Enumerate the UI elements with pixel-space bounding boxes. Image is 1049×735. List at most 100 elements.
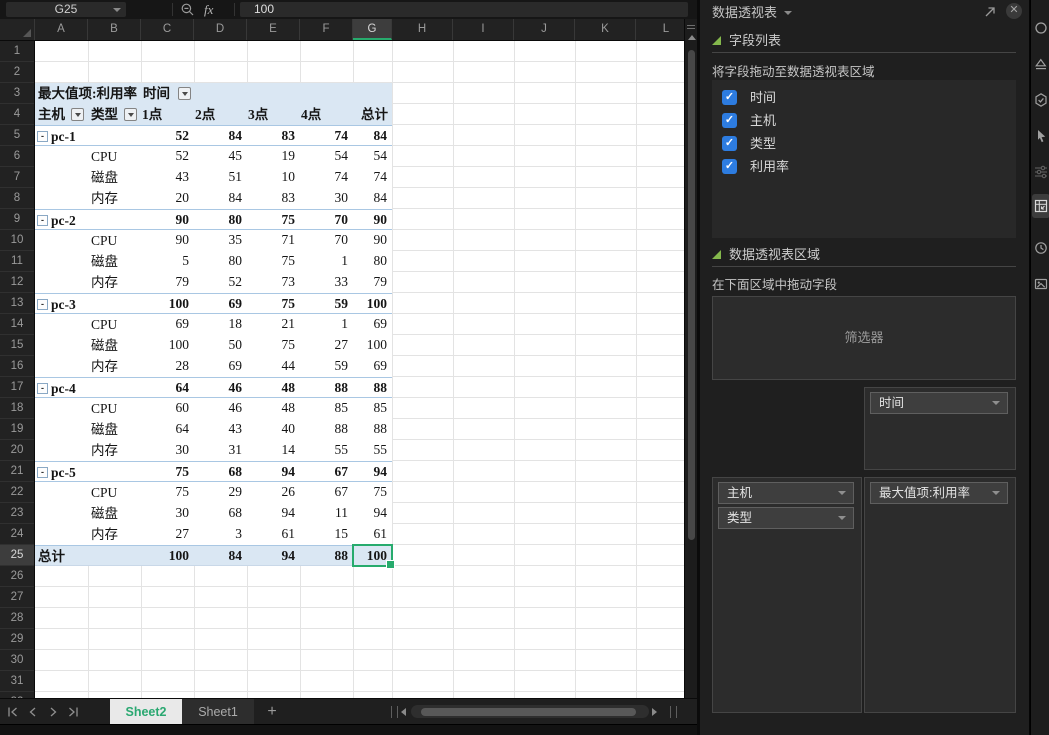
chevron-down-icon[interactable] <box>838 491 846 495</box>
chevron-down-icon[interactable] <box>992 491 1000 495</box>
pivot-cell[interactable]: 79 <box>141 272 194 293</box>
sheet-grid[interactable]: 最大值项:利用率 时间 主机 类型 1点2点3点4点总计 -pc-1528483… <box>35 41 684 698</box>
splitter-handle[interactable] <box>391 706 398 718</box>
pivot-cell[interactable]: 27 <box>300 335 353 356</box>
pivot-cell[interactable]: 50 <box>194 335 247 356</box>
row-header-22[interactable]: 22 <box>0 482 34 503</box>
columns-area[interactable]: 时间 <box>864 387 1016 470</box>
pivot-cell[interactable]: 100 <box>353 294 392 315</box>
field-checkbox[interactable]: ✓ <box>722 90 737 105</box>
pivot-cell[interactable]: 90 <box>353 210 392 231</box>
pivot-row-label[interactable]: CPU <box>91 230 117 251</box>
collapse-button[interactable]: - <box>37 215 48 226</box>
pivot-cell[interactable]: 10 <box>247 167 300 188</box>
pivot-cell[interactable]: 35 <box>194 230 247 251</box>
pivot-column-field[interactable]: 时间 <box>143 83 170 104</box>
sheet-tab-sheet1[interactable]: Sheet1 <box>182 699 254 725</box>
pivot-cell[interactable]: 85 <box>300 398 353 419</box>
row-header-16[interactable]: 16 <box>0 356 34 377</box>
field-label[interactable]: 主机 <box>750 109 776 132</box>
pivot-cell[interactable]: 71 <box>247 230 300 251</box>
pivot-cell[interactable]: 75 <box>247 251 300 272</box>
column-header-B[interactable]: B <box>88 19 141 40</box>
pivot-row-label[interactable]: CPU <box>91 482 117 503</box>
name-box[interactable]: G25 <box>6 2 126 17</box>
row-header-20[interactable]: 20 <box>0 440 34 461</box>
pivot-cell[interactable]: 54 <box>300 146 353 167</box>
pivot-cell[interactable]: 70 <box>300 210 353 231</box>
rows-area[interactable]: 主机类型 <box>712 477 862 713</box>
pivot-cell[interactable]: 75 <box>141 482 194 503</box>
pivot-cell[interactable]: 80 <box>194 251 247 272</box>
pivot-row-label[interactable]: CPU <box>91 398 117 419</box>
filter-dropdown-button[interactable] <box>71 108 84 121</box>
history-icon[interactable] <box>1033 240 1049 256</box>
pivot-row-field2[interactable]: 类型 <box>91 104 118 125</box>
splitter-handle[interactable] <box>687 23 695 31</box>
area-field-chip[interactable]: 主机 <box>718 482 854 504</box>
pivot-cell[interactable]: 90 <box>353 230 392 251</box>
pivot-cell[interactable]: 94 <box>247 546 300 567</box>
pivot-cell[interactable]: 100 <box>141 294 194 315</box>
pivot-row-label[interactable]: 内存 <box>91 524 118 545</box>
pivot-cell[interactable]: 83 <box>247 126 300 147</box>
pivot-cell[interactable]: 3 <box>194 524 247 545</box>
pivot-cell[interactable]: 75 <box>247 210 300 231</box>
row-header-3[interactable]: 3 <box>0 83 34 104</box>
collapse-button[interactable]: - <box>37 467 48 478</box>
pivot-cell[interactable]: 52 <box>141 126 194 147</box>
pivot-cell[interactable]: 40 <box>247 419 300 440</box>
pivot-cell[interactable]: 75 <box>141 462 194 483</box>
pivot-cell[interactable]: 54 <box>353 146 392 167</box>
pivot-row-label[interactable]: pc-1 <box>51 126 76 147</box>
pivot-cell[interactable]: 100 <box>353 335 392 356</box>
pivot-cell[interactable]: 20 <box>141 188 194 209</box>
field-checkbox[interactable]: ✓ <box>722 159 737 174</box>
pivot-cell[interactable]: 84 <box>353 126 392 147</box>
pivot-cell[interactable]: 43 <box>141 167 194 188</box>
pivot-cell[interactable]: 69 <box>141 314 194 335</box>
pivot-row-label[interactable]: pc-5 <box>51 462 76 483</box>
pivot-cell[interactable]: 52 <box>141 146 194 167</box>
pivot-cell[interactable]: 43 <box>194 419 247 440</box>
pivot-cell[interactable]: 85 <box>353 398 392 419</box>
pivot-cell[interactable]: 79 <box>353 272 392 293</box>
column-header-A[interactable]: A <box>35 19 88 40</box>
pivot-cell[interactable]: 84 <box>194 546 247 567</box>
row-header-4[interactable]: 4 <box>0 104 34 125</box>
pivot-cell[interactable]: 52 <box>194 272 247 293</box>
row-header-14[interactable]: 14 <box>0 314 34 335</box>
pivot-row-label[interactable]: 磁盘 <box>91 167 118 188</box>
pivot-column-header[interactable]: 3点 <box>248 104 268 125</box>
pivot-row-label[interactable]: 磁盘 <box>91 503 118 524</box>
pivot-cell[interactable]: 46 <box>194 378 247 399</box>
chevron-down-icon[interactable] <box>784 11 792 15</box>
pivot-cell[interactable]: 59 <box>300 356 353 377</box>
pivot-cell[interactable]: 88 <box>353 378 392 399</box>
pivot-cell[interactable]: 88 <box>300 546 353 567</box>
pivot-cell[interactable]: 74 <box>353 167 392 188</box>
pivot-cell[interactable]: 74 <box>300 126 353 147</box>
row-header-8[interactable]: 8 <box>0 188 34 209</box>
vertical-scroll-thumb[interactable] <box>688 50 695 540</box>
column-header-C[interactable]: C <box>141 19 194 40</box>
pivot-cell[interactable]: 1 <box>300 314 353 335</box>
pivot-cell[interactable]: 83 <box>247 188 300 209</box>
row-header-13[interactable]: 13 <box>0 293 34 314</box>
column-header-E[interactable]: E <box>247 19 300 40</box>
field-checkbox[interactable]: ✓ <box>722 113 737 128</box>
pivot-cell[interactable]: 30 <box>300 188 353 209</box>
row-header-15[interactable]: 15 <box>0 335 34 356</box>
row-header-11[interactable]: 11 <box>0 251 34 272</box>
pivot-cell[interactable]: 67 <box>300 482 353 503</box>
pivot-row-label[interactable]: CPU <box>91 314 117 335</box>
section-marker-icon[interactable] <box>712 250 721 259</box>
scroll-right-arrow[interactable] <box>652 708 657 716</box>
pivot-cell[interactable]: 100 <box>141 546 194 567</box>
pivot-cell[interactable]: 61 <box>353 524 392 545</box>
pivot-row-label[interactable]: 磁盘 <box>91 419 118 440</box>
pivot-value-caption[interactable]: 最大值项:利用率 <box>38 83 137 104</box>
row-header-7[interactable]: 7 <box>0 167 34 188</box>
collapse-button[interactable]: - <box>37 131 48 142</box>
row-header-19[interactable]: 19 <box>0 419 34 440</box>
